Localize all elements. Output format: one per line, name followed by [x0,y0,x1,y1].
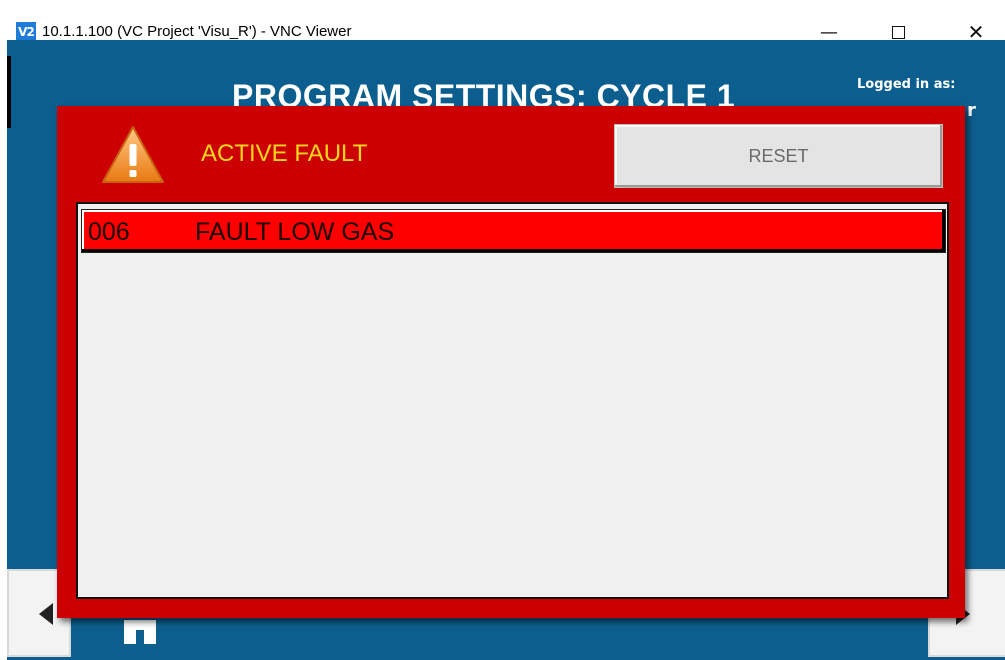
fault-description: FAULT LOW GAS [195,218,395,246]
fault-code: 006 [88,218,130,246]
logged-in-user-name: r [967,100,976,121]
reset-button[interactable]: RESET [614,124,943,188]
vnc-viewer-app-icon[interactable]: V2 [16,22,36,42]
active-fault-dialog: ACTIVE FAULT RESET 006 FAULT LOW GAS [57,106,965,618]
fault-list-item[interactable]: 006 FAULT LOW GAS [81,209,946,253]
home-icon[interactable] [118,614,162,644]
fault-list[interactable]: 006 FAULT LOW GAS [76,202,949,599]
logged-in-label: Logged in as: [857,77,956,92]
active-fault-heading: ACTIVE FAULT [201,140,368,167]
arrow-left-icon [39,603,53,625]
warning-triangle-icon [102,126,164,183]
maximize-icon [891,25,905,39]
